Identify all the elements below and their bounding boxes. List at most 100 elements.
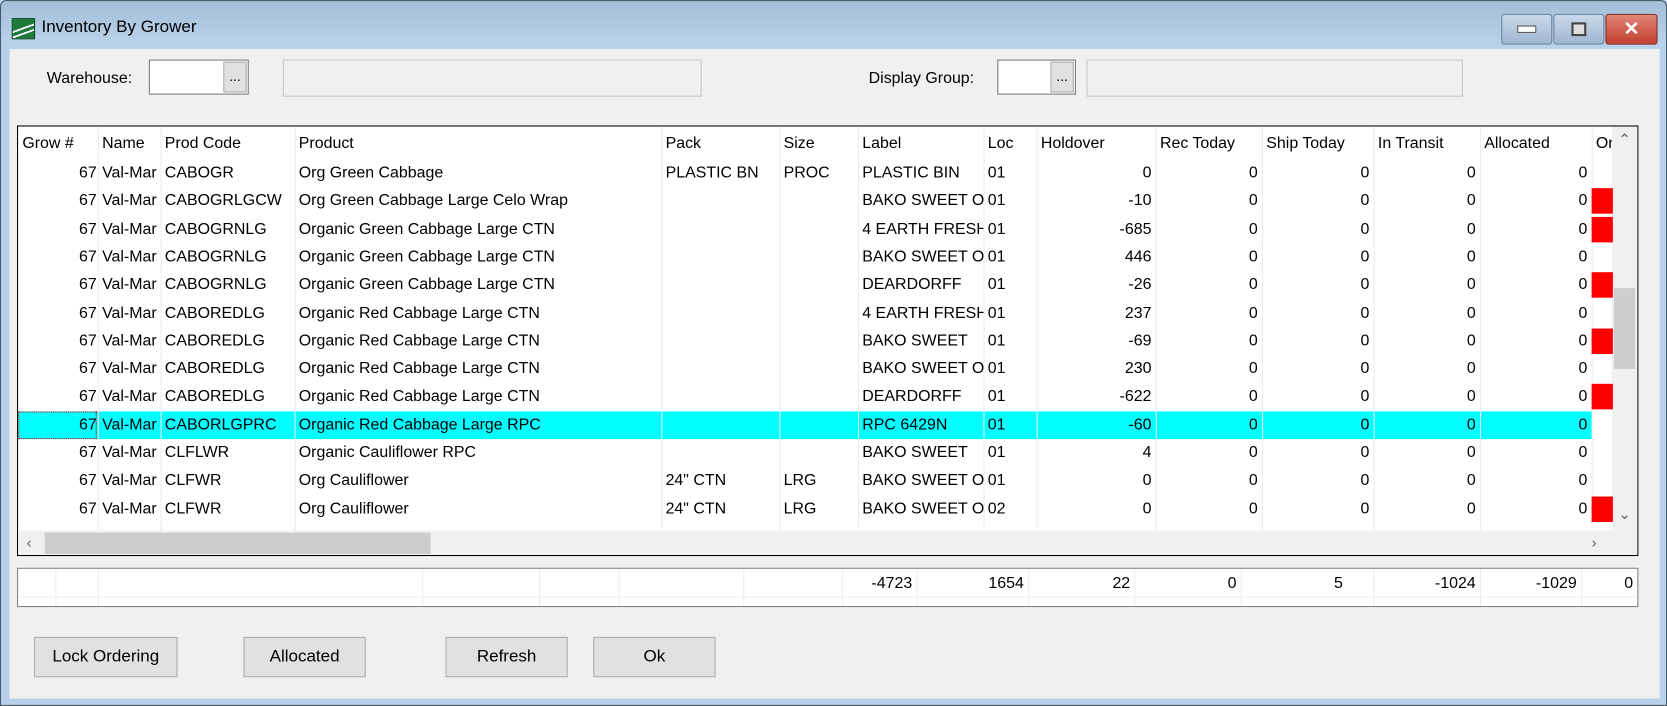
table-cell[interactable]: BAKO SWEET O	[858, 355, 983, 383]
table-cell[interactable]: 4 EARTH FRESH	[858, 215, 983, 243]
table-cell[interactable]: 67	[18, 439, 98, 467]
table-cell[interactable]: 4	[1037, 439, 1156, 467]
table-cell[interactable]: 0	[1037, 467, 1156, 495]
table-cell[interactable]: 01	[983, 327, 1036, 355]
table-cell[interactable]: 67	[18, 495, 98, 523]
table-cell[interactable]: LRG	[779, 495, 858, 523]
table-cell[interactable]: 67	[18, 411, 98, 439]
table-cell[interactable]: CABOREDLG	[161, 327, 295, 355]
table-cell[interactable]: 0	[1480, 355, 1592, 383]
table-cell[interactable]: BAKO SWEET O	[858, 467, 983, 495]
column-header-label[interactable]: Label	[858, 127, 983, 160]
table-cell[interactable]: Val-Mar	[98, 495, 161, 523]
vertical-scrollbar[interactable]: ⌃ ⌄	[1611, 126, 1638, 531]
column-header-loc[interactable]: Loc	[983, 127, 1036, 160]
table-cell[interactable]: 01	[983, 411, 1036, 439]
table-cell[interactable]: 0	[1262, 467, 1374, 495]
refresh-button[interactable]: Refresh	[445, 636, 568, 678]
table-cell[interactable]: Val-Mar	[98, 243, 161, 271]
table-cell[interactable]: 0	[1156, 299, 1262, 327]
table-cell[interactable]: 0	[1374, 383, 1480, 411]
table-cell[interactable]: Organic Red Cabbage Large CTN	[295, 299, 662, 327]
table-cell[interactable]: 0	[1480, 383, 1592, 411]
table-cell[interactable]: 0	[1480, 495, 1592, 523]
table-cell[interactable]: 0	[1156, 383, 1262, 411]
table-cell[interactable]: 0	[1480, 271, 1592, 299]
horizontal-scrollbar[interactable]: ‹ ›	[18, 530, 1638, 555]
scroll-up-icon[interactable]: ⌃	[1618, 131, 1630, 149]
maximize-button[interactable]	[1553, 13, 1605, 45]
table-cell[interactable]: 0	[1262, 355, 1374, 383]
table-cell[interactable]: 01	[983, 383, 1036, 411]
table-cell[interactable]: 0	[1480, 299, 1592, 327]
lock-ordering-button[interactable]: Lock Ordering	[34, 636, 178, 678]
table-cell[interactable]: 0	[1156, 355, 1262, 383]
column-header-pack[interactable]: Pack	[661, 127, 779, 160]
table-cell[interactable]: 0	[1374, 159, 1480, 187]
table-cell[interactable]: Organic Cauliflower RPC	[295, 439, 662, 467]
column-header-product[interactable]: Product	[295, 127, 662, 160]
table-cell[interactable]: 0	[1037, 495, 1156, 523]
table-cell[interactable]: Organic Green Cabbage Large CTN	[295, 215, 662, 243]
table-cell[interactable]: 24" CTN	[661, 495, 779, 523]
table-cell[interactable]: 0	[1156, 243, 1262, 271]
table-cell[interactable]: 0	[1374, 243, 1480, 271]
table-cell[interactable]: 67	[18, 383, 98, 411]
table-cell[interactable]: BAKO SWEET O	[858, 495, 983, 523]
table-cell[interactable]: 230	[1037, 355, 1156, 383]
ok-button[interactable]: Ok	[593, 636, 716, 678]
table-cell[interactable]: 01	[983, 215, 1036, 243]
vertical-scroll-thumb[interactable]	[1613, 288, 1636, 369]
warehouse-input[interactable]: ...	[148, 59, 249, 95]
table-cell[interactable]: Org Cauliflower	[295, 495, 662, 523]
table-cell[interactable]: 0	[1262, 383, 1374, 411]
table-cell[interactable]: 0	[1156, 495, 1262, 523]
table-cell[interactable]: Org Green Cabbage Large Celo Wrap	[295, 187, 662, 215]
table-cell[interactable]: Val-Mar	[98, 159, 161, 187]
table-cell[interactable]: CABOREDLG	[161, 383, 295, 411]
table-cell[interactable]: 67	[18, 327, 98, 355]
table-cell[interactable]: 0	[1374, 355, 1480, 383]
table-cell[interactable]: PLASTIC BIN	[858, 159, 983, 187]
table-cell[interactable]: -622	[1037, 383, 1156, 411]
table-cell[interactable]: Val-Mar	[98, 299, 161, 327]
table-cell[interactable]: Organic Red Cabbage Large CTN	[295, 327, 662, 355]
table-cell[interactable]: 67	[18, 299, 98, 327]
table-cell[interactable]: 0	[1374, 411, 1480, 439]
table-cell[interactable]: Organic Red Cabbage Large CTN	[295, 383, 662, 411]
table-cell[interactable]: 67	[18, 187, 98, 215]
table-cell[interactable]: Organic Red Cabbage Large RPC	[295, 411, 662, 439]
close-button[interactable]: ✕	[1605, 13, 1658, 45]
table-cell[interactable]: Val-Mar	[98, 439, 161, 467]
table-cell[interactable]: 01	[983, 271, 1036, 299]
table-cell[interactable]: 67	[18, 467, 98, 495]
table-cell[interactable]: 0	[1262, 243, 1374, 271]
minimize-button[interactable]	[1501, 13, 1553, 45]
table-cell[interactable]: -10	[1037, 187, 1156, 215]
table-cell[interactable]: 0	[1156, 215, 1262, 243]
table-cell[interactable]: 01	[983, 439, 1036, 467]
table-cell[interactable]: 0	[1156, 159, 1262, 187]
table-cell[interactable]: Val-Mar	[98, 355, 161, 383]
table-cell[interactable]: BAKO SWEET	[858, 327, 983, 355]
table-cell[interactable]: -26	[1037, 271, 1156, 299]
table-cell[interactable]: 0	[1262, 495, 1374, 523]
table-cell[interactable]: DEARDORFF	[858, 271, 983, 299]
table-cell[interactable]: 0	[1156, 411, 1262, 439]
table-cell[interactable]: 0	[1374, 439, 1480, 467]
table-cell[interactable]: 0	[1262, 187, 1374, 215]
table-cell[interactable]: PROC	[779, 159, 858, 187]
table-cell[interactable]: 0	[1156, 271, 1262, 299]
column-header-name[interactable]: Name	[98, 127, 161, 160]
table-cell[interactable]: 67	[18, 271, 98, 299]
table-cell[interactable]: Organic Green Cabbage Large CTN	[295, 243, 662, 271]
column-header-grow-[interactable]: Grow #	[18, 127, 98, 160]
table-cell[interactable]: 0	[1480, 467, 1592, 495]
table-cell[interactable]: Organic Red Cabbage Large CTN	[295, 355, 662, 383]
table-cell[interactable]: 446	[1037, 243, 1156, 271]
table-cell[interactable]: 0	[1480, 327, 1592, 355]
column-header-allocated[interactable]: Allocated	[1480, 127, 1592, 160]
column-header-ship-today[interactable]: Ship Today	[1262, 127, 1374, 160]
display-group-input[interactable]: ...	[997, 59, 1076, 95]
table-cell[interactable]: Val-Mar	[98, 215, 161, 243]
